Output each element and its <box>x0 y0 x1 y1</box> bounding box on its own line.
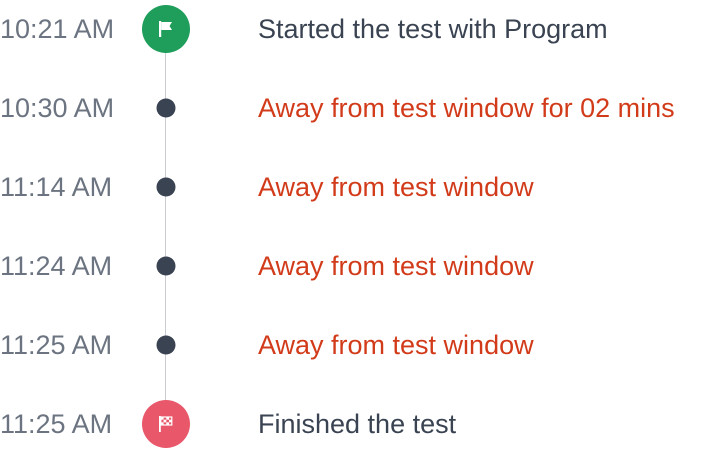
event-text: Away from test window <box>258 172 534 202</box>
event-time: 11:25 AM <box>0 409 113 439</box>
timeline-event-away: 11:25 AM Away from test window <box>0 320 714 370</box>
checkered-flag-icon <box>142 400 190 448</box>
start-marker <box>142 5 190 53</box>
event-time: 10:30 AM <box>0 93 115 123</box>
dot-icon <box>156 98 176 118</box>
event-marker <box>156 335 176 355</box>
event-text: Away from test window for 02 mins <box>258 93 675 123</box>
dot-icon <box>156 256 176 276</box>
event-text: Away from test window <box>258 251 534 281</box>
timeline-event-away: 11:24 AM Away from test window <box>0 241 714 291</box>
event-text: Finished the test <box>258 409 457 439</box>
event-marker <box>156 256 176 276</box>
event-text: Away from test window <box>258 330 534 360</box>
finish-marker <box>142 400 190 448</box>
event-time: 11:14 AM <box>0 172 113 202</box>
timeline-event-away: 11:14 AM Away from test window <box>0 162 714 212</box>
dot-icon <box>156 177 176 197</box>
event-text: Started the test with Program <box>258 14 608 44</box>
event-time: 11:24 AM <box>0 251 113 281</box>
event-time: 10:21 AM <box>0 14 115 44</box>
timeline-event-start: 10:21 AM Started the test with Program <box>0 4 714 54</box>
dot-icon <box>156 335 176 355</box>
event-time: 11:25 AM <box>0 330 113 360</box>
flag-icon <box>142 5 190 53</box>
timeline-event-away: 10:30 AM Away from test window for 02 mi… <box>0 83 714 133</box>
activity-timeline: 10:21 AM Started the test with Program 1… <box>0 0 714 451</box>
event-marker <box>156 98 176 118</box>
timeline-event-finish: 11:25 AM Finished the test <box>0 399 714 449</box>
event-marker <box>156 177 176 197</box>
